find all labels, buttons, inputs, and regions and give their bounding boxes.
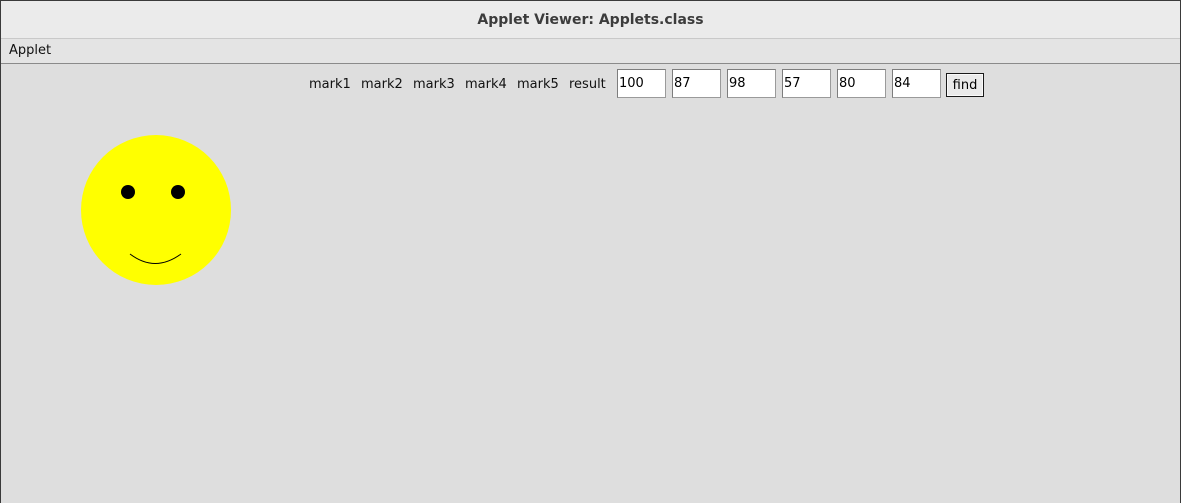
right-eye (171, 185, 185, 199)
menu-applet[interactable]: Applet (9, 43, 51, 58)
mark3-label: mark3 (413, 77, 455, 92)
smiley-face (81, 135, 231, 285)
mark2-label: mark2 (361, 77, 403, 92)
mark4-label: mark4 (465, 77, 507, 92)
find-button[interactable]: find (946, 73, 984, 97)
mark5-label: mark5 (517, 77, 559, 92)
mark1-field[interactable] (617, 69, 666, 98)
left-eye (121, 185, 135, 199)
mark3-field[interactable] (727, 69, 776, 98)
applet-panel: mark1 mark2 mark3 mark4 mark5 result fin… (1, 64, 1180, 503)
result-label: result (569, 77, 606, 92)
mark2-field[interactable] (672, 69, 721, 98)
mark5-field[interactable] (837, 69, 886, 98)
smiley-face-drawing (81, 135, 231, 285)
mark4-field[interactable] (782, 69, 831, 98)
mark1-label: mark1 (309, 77, 351, 92)
window-title: Applet Viewer: Applets.class (477, 11, 704, 28)
result-field[interactable] (892, 69, 941, 98)
title-bar: Applet Viewer: Applets.class (1, 1, 1180, 39)
menu-bar: Applet (1, 39, 1180, 64)
applet-viewer-window: Applet Viewer: Applets.class Applet mark… (0, 0, 1181, 503)
